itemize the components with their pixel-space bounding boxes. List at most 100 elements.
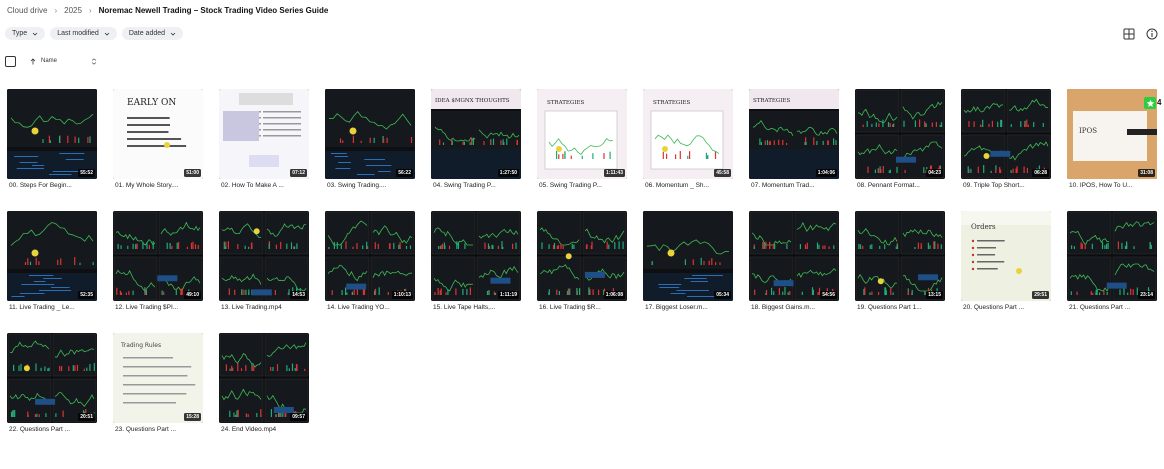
file-tile[interactable]: 52:35 11. Live Trading _ Le... — [7, 211, 97, 325]
duration-badge: 23:14 — [1138, 291, 1155, 299]
file-tile[interactable]: IDEA $MGNX THOUGHTS 1:27:50 04. Swing Trad… — [431, 89, 521, 203]
last-modified-filter[interactable]: Last modified — [50, 27, 117, 40]
file-tile[interactable]: Orders 29:51 20. Questions Part ... — [961, 211, 1051, 325]
video-thumbnail[interactable]: IDEA $MGNX THOUGHTS 1:27:50 — [431, 89, 521, 179]
file-tile[interactable]: 05:34 17. Biggest Loser.m... — [643, 211, 733, 325]
video-thumbnail[interactable]: Trading Rules 15:28 — [113, 333, 203, 423]
video-thumbnail[interactable]: 05:34 — [643, 211, 733, 301]
video-thumbnail[interactable]: 04:23 — [855, 89, 945, 179]
file-tile[interactable]: STRATEGIES 1:04:06 07. Momentum Trad... — [749, 89, 839, 203]
file-tile[interactable]: 49:10 12. Live Trading $PI... — [113, 211, 203, 325]
breadcrumb-current: Noremac Newell Trading – Stock Trading V… — [98, 5, 329, 15]
info-icon[interactable] — [1146, 27, 1158, 40]
file-tile[interactable]: 04:23 08. Pennant Format... — [855, 89, 945, 203]
file-name: 21. Questions Part ... — [1069, 304, 1131, 311]
video-thumbnail[interactable]: STRATEGIES 1:04:06 — [749, 89, 839, 179]
video-thumbnail[interactable]: Orders 29:51 — [961, 211, 1051, 301]
file-tile[interactable]: IPOS 31:08 10. IPOS, How To U... 4 — [1067, 89, 1161, 203]
video-thumbnail[interactable]: STRATEGIES 1:11:43 — [537, 89, 627, 179]
file-tile[interactable]: 23:14 21. Questions Part ... — [1067, 211, 1157, 325]
last-modified-filter-label: Last modified — [57, 30, 99, 37]
thumbnail-image — [749, 211, 839, 301]
file-name: 20. Questions Part ... — [963, 304, 1025, 311]
breadcrumb-year[interactable]: 2025 — [64, 6, 82, 15]
thumbnail-image — [325, 89, 415, 179]
file-tile[interactable]: 56:22 03. Swing Trading.... — [325, 89, 415, 203]
file-tile[interactable]: 07:12 02. How To Make A ... — [219, 89, 309, 203]
video-thumbnail[interactable]: 06:28 — [961, 89, 1051, 179]
video-thumbnail[interactable]: EARLY ON 51:00 — [113, 89, 203, 179]
duration-badge: 13:15 — [926, 291, 943, 299]
chevron-down-icon — [104, 32, 110, 36]
date-added-filter[interactable]: Date added — [121, 27, 184, 40]
video-thumbnail[interactable]: 49:10 — [113, 211, 203, 301]
duration-badge: 1:11:19 — [498, 291, 519, 299]
video-thumbnail[interactable]: 56:22 — [325, 89, 415, 179]
grid-view-icon[interactable] — [1123, 27, 1135, 40]
star-badge-icon — [1144, 97, 1156, 109]
chevron-down-icon — [170, 32, 176, 36]
file-name: 24. End Video.mp4 — [221, 426, 277, 433]
duration-badge: 1:10:13 — [391, 291, 413, 299]
sort-label: Name — [41, 58, 58, 64]
video-thumbnail[interactable]: 55:52 — [7, 89, 97, 179]
video-thumbnail[interactable]: 13:15 — [855, 211, 945, 301]
sort-by-name-button[interactable]: Name — [30, 57, 97, 65]
file-tile[interactable]: 54:56 18. Biggest Gains.m... — [749, 211, 839, 325]
video-thumbnail[interactable]: 1:10:13 — [325, 211, 415, 301]
duration-badge: 05:34 — [714, 291, 731, 299]
duration-badge: 14:53 — [290, 291, 307, 299]
file-tile[interactable]: 1:06:08 16. Live Trading $R... — [537, 211, 627, 325]
video-thumbnail[interactable]: 1:11:19 — [431, 211, 521, 301]
file-tile[interactable]: 55:52 00. Steps For Begin... — [7, 89, 97, 203]
breadcrumb-root[interactable]: Cloud drive — [7, 6, 47, 15]
svg-text:STRATEGIES: STRATEGIES — [547, 100, 585, 106]
thumbnail-image — [855, 211, 945, 301]
duration-badge: 1:11:43 — [604, 169, 625, 177]
thumbnail-image — [219, 89, 309, 179]
duration-badge: 09:57 — [290, 413, 307, 421]
video-thumbnail[interactable]: 14:53 — [219, 211, 309, 301]
file-tile[interactable]: 06:28 09. Triple Top Short... — [961, 89, 1051, 203]
file-tile[interactable]: 20:51 22. Questions Part ... — [7, 333, 97, 447]
view-controls — [1123, 27, 1158, 40]
thumbnail-image: Trading Rules — [113, 333, 203, 423]
svg-text:STRATEGIES: STRATEGIES — [653, 100, 691, 106]
sort-toggle-icon — [91, 57, 97, 65]
badge-count: 4 — [1157, 98, 1162, 107]
file-name: 18. Biggest Gains.m... — [751, 304, 815, 311]
file-tile[interactable]: EARLY ON 51:00 01. My Whole Story.... — [113, 89, 203, 203]
thumbnail-image — [7, 211, 97, 301]
thumbnail-image: STRATEGIES — [537, 89, 627, 179]
file-tile[interactable]: 1:11:19 15. Live Tape Halts,... — [431, 211, 521, 325]
type-filter-label: Type — [12, 30, 28, 37]
select-all-checkbox[interactable] — [5, 55, 16, 67]
file-tile[interactable]: STRATEGIES 45:58 06. Momentum _ Sh... — [643, 89, 733, 203]
thumbnail-image: Orders — [961, 211, 1051, 301]
duration-badge: 04:23 — [926, 169, 943, 177]
duration-badge: 06:28 — [1032, 169, 1049, 177]
file-tile[interactable]: 09:57 24. End Video.mp4 — [219, 333, 309, 447]
duration-badge: 56:22 — [396, 169, 413, 177]
video-thumbnail[interactable]: 09:57 — [219, 333, 309, 423]
video-thumbnail[interactable]: 54:56 — [749, 211, 839, 301]
file-name: 07. Momentum Trad... — [751, 182, 815, 189]
thumbnail-image — [219, 211, 309, 301]
file-tile[interactable]: 13:15 19. Questions Part 1... — [855, 211, 945, 325]
file-name: 03. Swing Trading.... — [327, 182, 387, 189]
file-tile[interactable]: 1:10:13 14. Live Trading YO... — [325, 211, 415, 325]
chevron-right-icon: › — [54, 5, 58, 15]
type-filter[interactable]: Type — [5, 27, 46, 40]
breadcrumb: Cloud drive › 2025 › Noremac Newell Trad… — [7, 3, 328, 17]
file-tile[interactable]: Trading Rules 15:28 23. Questions Part ... — [113, 333, 203, 447]
video-thumbnail[interactable]: 20:51 — [7, 333, 97, 423]
video-thumbnail[interactable]: 52:35 — [7, 211, 97, 301]
file-name: 04. Swing Trading P... — [433, 182, 496, 189]
video-thumbnail[interactable]: 07:12 — [219, 89, 309, 179]
video-thumbnail[interactable]: 1:06:08 — [537, 211, 627, 301]
file-tile[interactable]: STRATEGIES 1:11:43 05. Swing Trading P... — [537, 89, 627, 203]
video-thumbnail[interactable]: 23:14 — [1067, 211, 1157, 301]
thumbnail-image — [855, 89, 945, 179]
file-tile[interactable]: 14:53 13. Live Trading.mp4 — [219, 211, 309, 325]
video-thumbnail[interactable]: STRATEGIES 45:58 — [643, 89, 733, 179]
